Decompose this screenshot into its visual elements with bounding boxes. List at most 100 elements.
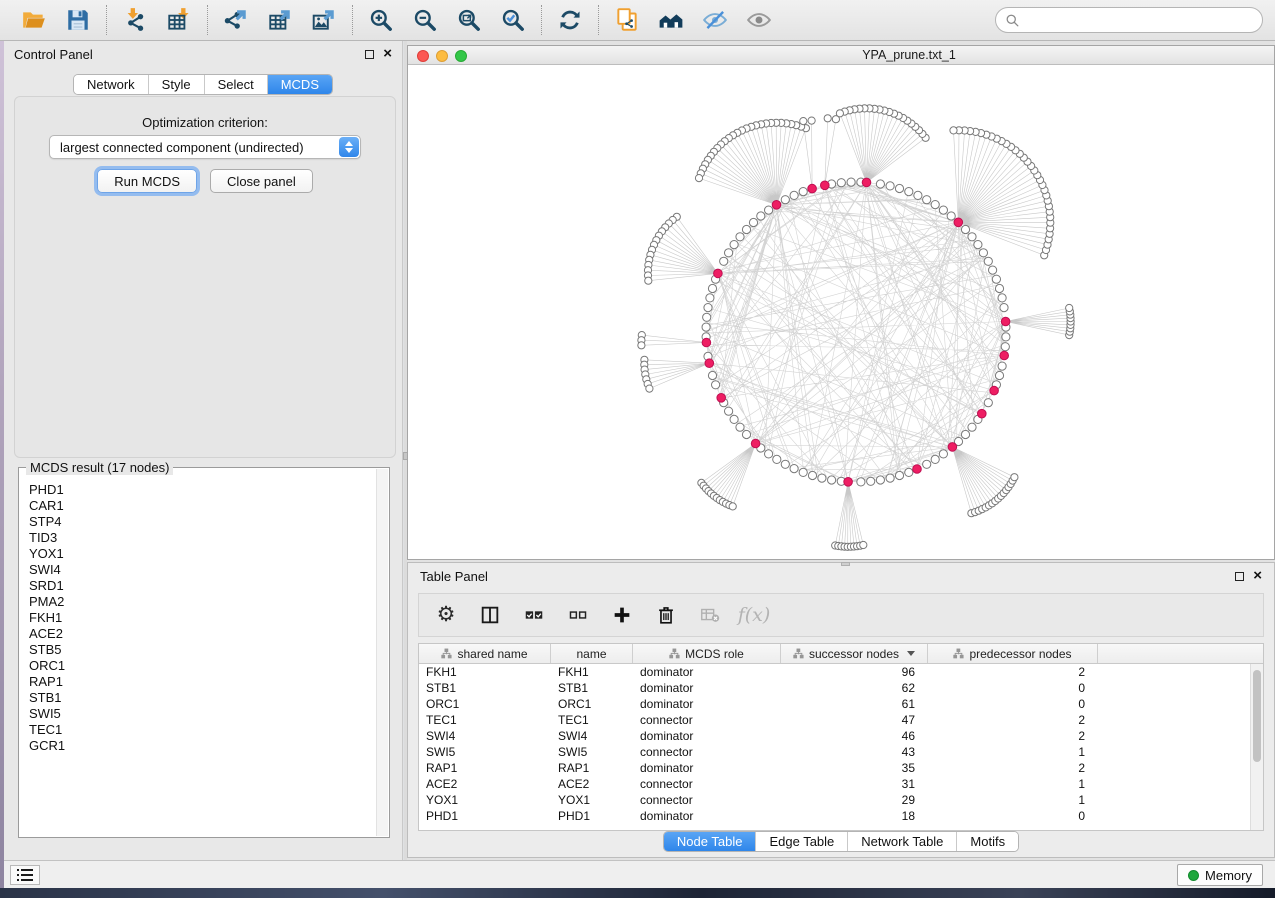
mcds-result-node[interactable]: TEC1 xyxy=(29,722,376,738)
table-row[interactable]: ORC1ORC1dominator610 xyxy=(419,696,1263,712)
import-network-icon[interactable] xyxy=(120,5,150,35)
column-header-predecessor-nodes[interactable]: predecessor nodes xyxy=(928,644,1098,663)
mcds-result-node[interactable]: ACE2 xyxy=(29,626,376,642)
cell-predecessor-nodes: 2 xyxy=(928,664,1098,680)
cell-MCDS-role: dominator xyxy=(633,760,781,776)
table-row[interactable]: TEC1TEC1connector472 xyxy=(419,712,1263,728)
mcds-result-node[interactable]: STB1 xyxy=(29,690,376,706)
mcds-result-node[interactable]: ORC1 xyxy=(29,658,376,674)
table-tab-node-table[interactable]: Node Table xyxy=(664,832,757,851)
mcds-result-node[interactable]: GCR1 xyxy=(29,738,376,754)
hide-selected-icon[interactable] xyxy=(700,5,730,35)
export-table-icon[interactable] xyxy=(265,5,295,35)
settings-gear-icon[interactable]: ⚙ xyxy=(433,602,459,628)
close-panel-icon[interactable]: × xyxy=(383,49,392,59)
export-image-icon[interactable] xyxy=(309,5,339,35)
mcds-result-node[interactable]: SRD1 xyxy=(29,578,376,594)
mcds-result-node[interactable]: SWI5 xyxy=(29,706,376,722)
export-network-icon[interactable] xyxy=(221,5,251,35)
show-all-icon[interactable] xyxy=(744,5,774,35)
deselect-all-rows-icon[interactable] xyxy=(565,602,591,628)
table-tab-network-table[interactable]: Network Table xyxy=(848,832,957,851)
zoom-fit-icon[interactable] xyxy=(454,5,484,35)
tab-mcds[interactable]: MCDS xyxy=(268,75,332,94)
status-bar: Memory xyxy=(0,860,1275,888)
cell-predecessor-nodes: 1 xyxy=(928,776,1098,792)
network-window-titlebar[interactable]: YPA_prune.txt_1 xyxy=(408,46,1274,65)
float-panel-icon[interactable] xyxy=(365,50,374,59)
dropdown-stepper-icon xyxy=(339,137,359,157)
desktop-wallpaper-left xyxy=(0,41,4,888)
table-scrollbar[interactable] xyxy=(1250,664,1263,830)
mcds-result-node[interactable]: TID3 xyxy=(29,530,376,546)
zoom-in-icon[interactable] xyxy=(366,5,396,35)
column-header-name[interactable]: name xyxy=(551,644,633,663)
column-header-shared-name[interactable]: shared name xyxy=(419,644,551,663)
zoom-selected-icon[interactable] xyxy=(498,5,528,35)
save-session-icon[interactable] xyxy=(63,5,93,35)
mcds-result-node[interactable]: RAP1 xyxy=(29,674,376,690)
table-tab-motifs[interactable]: Motifs xyxy=(957,832,1018,851)
mcds-result-node[interactable]: CAR1 xyxy=(29,498,376,514)
column-header-successor-nodes[interactable]: successor nodes xyxy=(781,644,928,663)
search-box[interactable] xyxy=(995,7,1263,33)
network-graph[interactable] xyxy=(408,65,1274,559)
table-row[interactable]: STB1STB1dominator620 xyxy=(419,680,1263,696)
mcds-result-node[interactable]: YOX1 xyxy=(29,546,376,562)
table-row[interactable]: YOX1YOX1connector291 xyxy=(419,792,1263,808)
table-scrollbar-thumb[interactable] xyxy=(1253,670,1261,762)
column-settings-icon[interactable] xyxy=(477,602,503,628)
tab-style[interactable]: Style xyxy=(149,75,205,94)
table-row[interactable]: SWI4SWI4dominator462 xyxy=(419,728,1263,744)
mcds-result-node[interactable]: PMA2 xyxy=(29,594,376,610)
float-table-panel-icon[interactable] xyxy=(1235,572,1244,581)
table-row[interactable]: RAP1RAP1dominator352 xyxy=(419,760,1263,776)
table-body: FKH1FKH1dominator962STB1STB1dominator620… xyxy=(419,664,1263,824)
zoom-out-icon[interactable] xyxy=(410,5,440,35)
mcds-result-list[interactable]: PHD1CAR1STP4TID3YOX1SWI4SRD1PMA2FKH1ACE2… xyxy=(20,474,376,836)
mcds-result-node[interactable]: STB5 xyxy=(29,642,376,658)
search-input[interactable] xyxy=(1025,13,1253,28)
memory-status-icon xyxy=(1188,870,1199,881)
tab-select[interactable]: Select xyxy=(205,75,268,94)
close-panel-button[interactable]: Close panel xyxy=(210,169,313,193)
first-neighbors-icon[interactable] xyxy=(656,5,686,35)
import-table-icon[interactable] xyxy=(164,5,194,35)
window-minimize-icon[interactable] xyxy=(436,50,448,62)
mcds-result-node[interactable]: STP4 xyxy=(29,514,376,530)
tab-network[interactable]: Network xyxy=(74,75,149,94)
mcds-result-node[interactable]: SWI4 xyxy=(29,562,376,578)
cell-MCDS-role: dominator xyxy=(633,664,781,680)
cell-MCDS-role: connector xyxy=(633,792,781,808)
open-session-icon[interactable] xyxy=(19,5,49,35)
close-table-panel-icon[interactable]: × xyxy=(1253,571,1262,581)
mcds-result-node[interactable]: FKH1 xyxy=(29,610,376,626)
cell-shared-name: FKH1 xyxy=(419,664,551,680)
optimization-criterion-dropdown[interactable]: largest connected component (undirected) xyxy=(49,135,361,159)
clone-network-icon[interactable] xyxy=(612,5,642,35)
memory-button[interactable]: Memory xyxy=(1177,864,1263,886)
refresh-view-icon[interactable] xyxy=(555,5,585,35)
mcds-result-node[interactable]: PHD1 xyxy=(29,482,376,498)
delete-columns-icon[interactable] xyxy=(653,602,679,628)
table-row[interactable]: PHD1PHD1dominator180 xyxy=(419,808,1263,824)
window-close-icon[interactable] xyxy=(417,50,429,62)
result-scrollbar[interactable] xyxy=(376,469,388,836)
task-list-button[interactable] xyxy=(10,865,40,885)
table-row[interactable]: ACE2ACE2connector311 xyxy=(419,776,1263,792)
cell-successor-nodes: 96 xyxy=(781,664,928,680)
cell-successor-nodes: 62 xyxy=(781,680,928,696)
toolbar-separator xyxy=(352,5,353,35)
run-mcds-button[interactable]: Run MCDS xyxy=(97,169,197,193)
add-column-icon[interactable] xyxy=(609,602,635,628)
table-row[interactable]: SWI5SWI5connector431 xyxy=(419,744,1263,760)
network-canvas[interactable] xyxy=(408,65,1274,559)
column-header-MCDS-role[interactable]: MCDS role xyxy=(633,644,781,663)
cell-name: FKH1 xyxy=(551,664,633,680)
table-row[interactable]: FKH1FKH1dominator962 xyxy=(419,664,1263,680)
table-tab-edge-table[interactable]: Edge Table xyxy=(756,832,848,851)
clear-table-icon xyxy=(697,602,723,628)
cell-predecessor-nodes: 2 xyxy=(928,728,1098,744)
select-all-rows-icon[interactable] xyxy=(521,602,547,628)
window-maximize-icon[interactable] xyxy=(455,50,467,62)
